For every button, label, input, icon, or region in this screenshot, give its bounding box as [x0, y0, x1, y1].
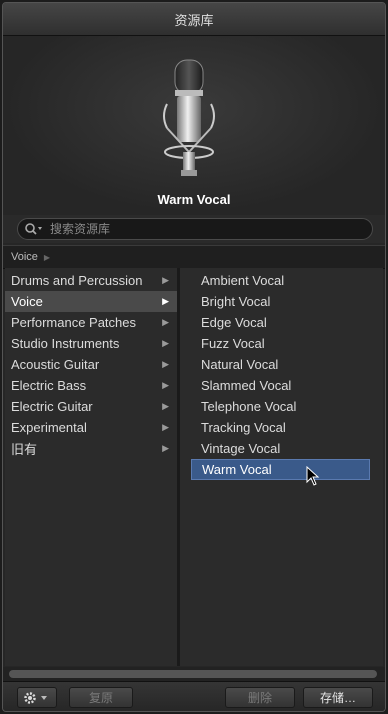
save-button[interactable]: 存储…	[303, 687, 373, 708]
patch-item[interactable]: Natural Vocal	[191, 354, 370, 375]
patch-item[interactable]: Slammed Vocal	[191, 375, 370, 396]
patch-label: Tracking Vocal	[201, 420, 286, 435]
search-field[interactable]	[17, 218, 373, 240]
delete-button[interactable]: 删除	[225, 687, 295, 708]
category-item[interactable]: Acoustic Guitar ▶	[5, 354, 177, 375]
category-item-selected[interactable]: Voice ▶	[5, 291, 177, 312]
disclosure-arrow-icon: ▶	[162, 296, 169, 306]
category-item[interactable]: Performance Patches ▶	[5, 312, 177, 333]
patch-item[interactable]: Edge Vocal	[191, 312, 370, 333]
patch-item[interactable]: Ambient Vocal	[191, 270, 370, 291]
title-bar: 资源库	[3, 3, 385, 36]
category-label: Studio Instruments	[11, 336, 120, 351]
patch-item[interactable]: Fuzz Vocal	[191, 333, 370, 354]
search-bar	[3, 215, 385, 243]
category-item[interactable]: Experimental ▶	[5, 417, 177, 438]
patch-column: Ambient Vocal Bright Vocal Edge Vocal Fu…	[180, 268, 383, 666]
category-label: Acoustic Guitar	[11, 357, 100, 372]
patch-item[interactable]: Telephone Vocal	[191, 396, 370, 417]
disclosure-arrow-icon: ▶	[162, 443, 169, 453]
revert-button[interactable]: 复原	[69, 687, 133, 708]
patch-item-selected[interactable]: Warm Vocal	[191, 459, 370, 480]
horizontal-scrollbar[interactable]	[3, 667, 385, 681]
patch-preview: Warm Vocal	[3, 36, 385, 214]
disclosure-arrow-icon: ▶	[162, 275, 169, 285]
window-title: 资源库	[174, 12, 214, 28]
category-item[interactable]: Electric Bass ▶	[5, 375, 177, 396]
breadcrumb-arrow-icon: ▶	[43, 252, 51, 262]
category-column: Drums and Percussion ▶ Voice ▶ Performan…	[5, 268, 178, 666]
category-item[interactable]: Drums and Percussion ▶	[5, 270, 177, 291]
mouse-pointer-icon	[306, 466, 320, 486]
patch-label: Slammed Vocal	[201, 378, 292, 393]
patch-name: Warm Vocal	[157, 192, 231, 207]
patch-label: Warm Vocal	[202, 462, 272, 477]
category-label: Drums and Percussion	[11, 273, 143, 288]
disclosure-arrow-icon: ▶	[162, 317, 169, 327]
disclosure-arrow-icon: ▶	[162, 401, 169, 411]
patch-item[interactable]: Tracking Vocal	[191, 417, 370, 438]
patch-label: Edge Vocal	[201, 315, 267, 330]
category-label: Electric Guitar	[11, 399, 93, 414]
patch-label: Bright Vocal	[201, 294, 271, 309]
category-item[interactable]: Studio Instruments ▶	[5, 333, 177, 354]
category-label: Electric Bass	[11, 378, 87, 393]
bottom-toolbar: 复原 删除 存储…	[3, 681, 385, 711]
category-item[interactable]: 旧有 ▶	[5, 438, 177, 459]
microphone-icon	[163, 59, 215, 176]
breadcrumb-item[interactable]: Voice	[11, 251, 38, 263]
category-item[interactable]: Electric Guitar ▶	[5, 396, 177, 417]
gear-icon	[24, 691, 47, 704]
patch-label: Natural Vocal	[201, 357, 279, 372]
breadcrumb: Voice ▶	[3, 245, 385, 269]
patch-item[interactable]: Vintage Vocal	[191, 438, 370, 459]
disclosure-arrow-icon: ▶	[162, 338, 169, 348]
search-input[interactable]	[46, 222, 372, 236]
patch-label: Telephone Vocal	[201, 399, 297, 414]
disclosure-arrow-icon: ▶	[162, 422, 169, 432]
search-icon[interactable]	[24, 221, 46, 237]
patch-item[interactable]: Bright Vocal	[191, 291, 370, 312]
action-menu-button[interactable]	[17, 687, 57, 708]
patch-label: Vintage Vocal	[201, 441, 281, 456]
patch-label: Fuzz Vocal	[201, 336, 265, 351]
library-panel: 资源库 Warm Vocal 搜索资源库 Voice ▶ Drums and P…	[2, 2, 386, 712]
category-label: Performance Patches	[11, 315, 137, 330]
category-label: Experimental	[11, 420, 87, 435]
disclosure-arrow-icon: ▶	[162, 359, 169, 369]
patch-label: Ambient Vocal	[201, 273, 285, 288]
category-label: Voice	[11, 294, 43, 309]
scrollbar-thumb[interactable]	[9, 670, 377, 678]
category-label: 旧有	[11, 442, 38, 457]
disclosure-arrow-icon: ▶	[162, 380, 169, 390]
